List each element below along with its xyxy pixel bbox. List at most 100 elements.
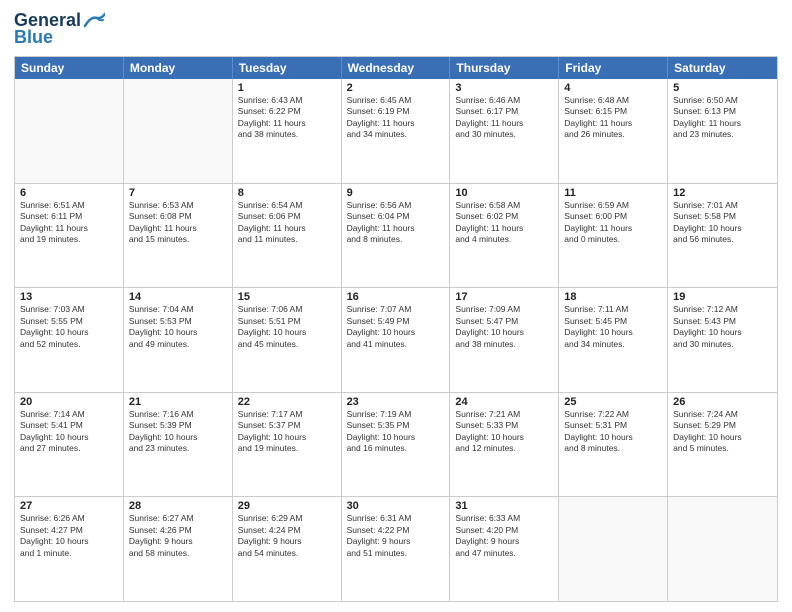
day-number: 4 [564, 82, 662, 94]
calendar-cell: 23Sunrise: 7:19 AMSunset: 5:35 PMDayligh… [342, 393, 451, 497]
cell-info-line: Sunset: 5:53 PM [129, 316, 227, 327]
cell-info-line: Daylight: 10 hours [455, 432, 553, 443]
cell-info-line: and 38 minutes. [238, 129, 336, 140]
cell-info-line: and 30 minutes. [673, 339, 772, 350]
cell-info-line: Sunrise: 7:12 AM [673, 304, 772, 315]
cell-info-line: Sunrise: 6:51 AM [20, 200, 118, 211]
calendar-cell: 1Sunrise: 6:43 AMSunset: 6:22 PMDaylight… [233, 79, 342, 183]
day-number: 2 [347, 82, 445, 94]
day-of-week-wednesday: Wednesday [342, 57, 451, 79]
cell-info-line: Sunrise: 6:46 AM [455, 95, 553, 106]
cell-info-line: and 11 minutes. [238, 234, 336, 245]
cell-info-line: Sunset: 6:04 PM [347, 211, 445, 222]
cell-info-line: Sunrise: 6:48 AM [564, 95, 662, 106]
cell-info-line: Sunrise: 7:03 AM [20, 304, 118, 315]
cell-info-line: and 47 minutes. [455, 548, 553, 559]
cell-info-line: Daylight: 11 hours [347, 118, 445, 129]
cell-info-line: Sunrise: 7:21 AM [455, 409, 553, 420]
logo-blue-text: Blue [14, 27, 53, 48]
day-of-week-saturday: Saturday [668, 57, 777, 79]
day-number: 19 [673, 291, 772, 303]
cell-info-line: Sunset: 6:19 PM [347, 106, 445, 117]
calendar-cell: 25Sunrise: 7:22 AMSunset: 5:31 PMDayligh… [559, 393, 668, 497]
day-number: 20 [20, 396, 118, 408]
cell-info-line: and 23 minutes. [129, 443, 227, 454]
day-number: 22 [238, 396, 336, 408]
calendar-cell: 26Sunrise: 7:24 AMSunset: 5:29 PMDayligh… [668, 393, 777, 497]
cell-info-line: and 15 minutes. [129, 234, 227, 245]
cell-info-line: Sunrise: 7:09 AM [455, 304, 553, 315]
calendar-cell: 21Sunrise: 7:16 AMSunset: 5:39 PMDayligh… [124, 393, 233, 497]
cell-info-line: and 49 minutes. [129, 339, 227, 350]
cell-info-line: Sunrise: 6:31 AM [347, 513, 445, 524]
day-number: 10 [455, 187, 553, 199]
day-number: 6 [20, 187, 118, 199]
calendar-row-2: 6Sunrise: 6:51 AMSunset: 6:11 PM Daylight… [15, 184, 777, 289]
cell-info-line: and 1 minute. [20, 548, 118, 559]
calendar-cell: 7Sunrise: 6:53 AMSunset: 6:08 PMDaylight… [124, 184, 233, 288]
calendar-cell [668, 497, 777, 601]
calendar-row-1: 1Sunrise: 6:43 AMSunset: 6:22 PMDaylight… [15, 79, 777, 184]
calendar-row-3: 13Sunrise: 7:03 AMSunset: 5:55 PMDayligh… [15, 288, 777, 393]
cell-info-line: Sunset: 6:02 PM [455, 211, 553, 222]
calendar-cell: 2Sunrise: 6:45 AMSunset: 6:19 PMDaylight… [342, 79, 451, 183]
cell-info-line: Sunset: 5:35 PM [347, 420, 445, 431]
cell-info-line: Sunset: 6:00 PM [564, 211, 662, 222]
cell-info-line: Sunset: 4:26 PM [129, 525, 227, 536]
cell-info-line: Daylight: 10 hours [20, 432, 118, 443]
calendar-cell: 31Sunrise: 6:33 AMSunset: 4:20 PMDayligh… [450, 497, 559, 601]
cell-info-line: and 56 minutes. [673, 234, 772, 245]
cell-info-line: Sunrise: 6:59 AM [564, 200, 662, 211]
cell-info-line: Sunset: 6:15 PM [564, 106, 662, 117]
calendar-cell: 5Sunrise: 6:50 AMSunset: 6:13 PMDaylight… [668, 79, 777, 183]
calendar-cell: 22Sunrise: 7:17 AMSunset: 5:37 PMDayligh… [233, 393, 342, 497]
header: General Blue [14, 10, 778, 48]
day-number: 28 [129, 500, 227, 512]
cell-info-line: Daylight: 10 hours [564, 432, 662, 443]
cell-info-line: and 54 minutes. [238, 548, 336, 559]
cell-info-line: and 30 minutes. [455, 129, 553, 140]
cell-info-line: Sunrise: 7:01 AM [673, 200, 772, 211]
day-of-week-monday: Monday [124, 57, 233, 79]
cell-info-line: Sunset: 4:22 PM [347, 525, 445, 536]
day-of-week-sunday: Sunday [15, 57, 124, 79]
day-number: 5 [673, 82, 772, 94]
calendar-cell: 8Sunrise: 6:54 AMSunset: 6:06 PMDaylight… [233, 184, 342, 288]
cell-info-line: Sunrise: 6:58 AM [455, 200, 553, 211]
cell-info-line: Sunrise: 6:29 AM [238, 513, 336, 524]
cell-info-line: Sunset: 5:29 PM [673, 420, 772, 431]
cell-info-line: Sunset: 5:47 PM [455, 316, 553, 327]
cell-info-line: Daylight: 10 hours [129, 432, 227, 443]
cell-info-line: Sunrise: 6:33 AM [455, 513, 553, 524]
calendar-cell: 19Sunrise: 7:12 AMSunset: 5:43 PMDayligh… [668, 288, 777, 392]
cell-info-line: Sunset: 6:08 PM [129, 211, 227, 222]
cell-info-line: Sunset: 6:11 PM [20, 211, 118, 222]
cell-info-line: Sunset: 5:55 PM [20, 316, 118, 327]
calendar-body: 1Sunrise: 6:43 AMSunset: 6:22 PMDaylight… [15, 79, 777, 601]
logo-bird-icon [83, 12, 105, 28]
calendar-cell: 11Sunrise: 6:59 AMSunset: 6:00 PMDayligh… [559, 184, 668, 288]
cell-info-line: Daylight: 11 hours [564, 223, 662, 234]
cell-info-line: Daylight: 10 hours [347, 432, 445, 443]
cell-info-line: Sunset: 5:43 PM [673, 316, 772, 327]
cell-info-line: Sunrise: 7:16 AM [129, 409, 227, 420]
calendar-cell [15, 79, 124, 183]
cell-info-line: and 23 minutes. [673, 129, 772, 140]
cell-info-line: Sunrise: 7:06 AM [238, 304, 336, 315]
day-number: 29 [238, 500, 336, 512]
day-number: 30 [347, 500, 445, 512]
calendar-cell: 18Sunrise: 7:11 AMSunset: 5:45 PMDayligh… [559, 288, 668, 392]
cell-info-line: Daylight: 9 hours [238, 536, 336, 547]
day-number: 31 [455, 500, 553, 512]
cell-info-line: Sunrise: 7:22 AM [564, 409, 662, 420]
cell-info-line: and 27 minutes. [20, 443, 118, 454]
day-number: 17 [455, 291, 553, 303]
day-number: 12 [673, 187, 772, 199]
cell-info-line: Daylight: 10 hours [238, 432, 336, 443]
day-number: 25 [564, 396, 662, 408]
cell-info-line: Daylight: 11 hours [129, 223, 227, 234]
day-number: 11 [564, 187, 662, 199]
day-number: 1 [238, 82, 336, 94]
calendar-cell: 3Sunrise: 6:46 AMSunset: 6:17 PMDaylight… [450, 79, 559, 183]
cell-info-line: and 5 minutes. [673, 443, 772, 454]
